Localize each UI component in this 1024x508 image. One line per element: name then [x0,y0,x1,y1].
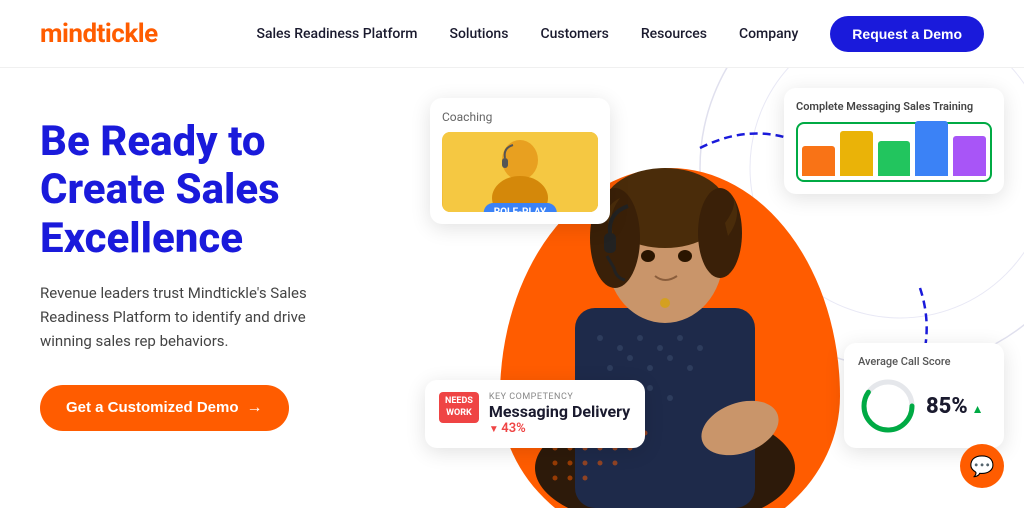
bar-chart [796,122,992,182]
cta-label: Get a Customized Demo [66,399,239,416]
nav-item-solutions[interactable]: Solutions [449,26,508,42]
nav-item-sales-readiness[interactable]: Sales Readiness Platform [256,26,417,42]
messaging-percent: 43% [489,421,630,436]
chart-card: Complete Messaging Sales Training [784,88,1004,194]
score-card-label: Average Call Score [858,355,990,368]
header: mindtickle Sales Readiness Platform Solu… [0,0,1024,68]
role-play-badge: ROLE-PLAY [484,203,557,212]
nav-item-company[interactable]: Company [739,26,798,42]
bar-chart-bar [802,146,835,176]
bar-chart-bar [953,136,986,176]
bar-chart-bar [878,141,911,176]
nav-item-customers[interactable]: Customers [540,26,608,42]
key-competency-label: KEY COMPETENCY [489,392,630,402]
nav-item-resources[interactable]: Resources [641,26,707,42]
logo: mindtickle [40,19,158,49]
chart-card-label: Complete Messaging Sales Training [796,100,992,114]
request-demo-button[interactable]: Request a Demo [830,16,984,52]
main-content: Be Ready to Create Sales Excellence Reve… [0,68,1024,508]
score-display: 85% ▲ [858,376,990,436]
coaching-card-label: Coaching [442,110,598,124]
bar-chart-bar [840,131,873,176]
score-value: 85% [926,394,968,419]
bar-chart-bar [915,121,948,176]
score-trend: ▲ [972,402,984,416]
main-nav: Sales Readiness Platform Solutions Custo… [256,16,984,52]
coaching-thumbnail: ROLE-PLAY [442,132,598,212]
average-call-score-card: Average Call Score 85% ▲ [844,343,1004,448]
get-customized-demo-button[interactable]: Get a Customized Demo → [40,385,289,431]
needs-work-badge: NEEDSWORK [439,392,479,423]
messaging-delivery-title: Messaging Delivery [489,402,630,421]
hero-subtitle: Revenue leaders trust Mindtickle's Sales… [40,281,360,353]
hero-right: Coaching ROLE-PLAY Complete Messaging Sa… [420,68,1024,508]
hero-left: Be Ready to Create Sales Excellence Reve… [0,68,420,508]
arrow-icon: → [247,399,263,417]
score-gauge [858,376,918,436]
chat-bubble-button[interactable]: 💬 [960,444,1004,488]
hero-title: Be Ready to Create Sales Excellence [40,118,380,263]
coaching-card: Coaching ROLE-PLAY [430,98,610,224]
messaging-delivery-card: NEEDSWORK KEY COMPETENCY Messaging Deliv… [425,380,645,448]
chat-icon: 💬 [970,454,995,478]
